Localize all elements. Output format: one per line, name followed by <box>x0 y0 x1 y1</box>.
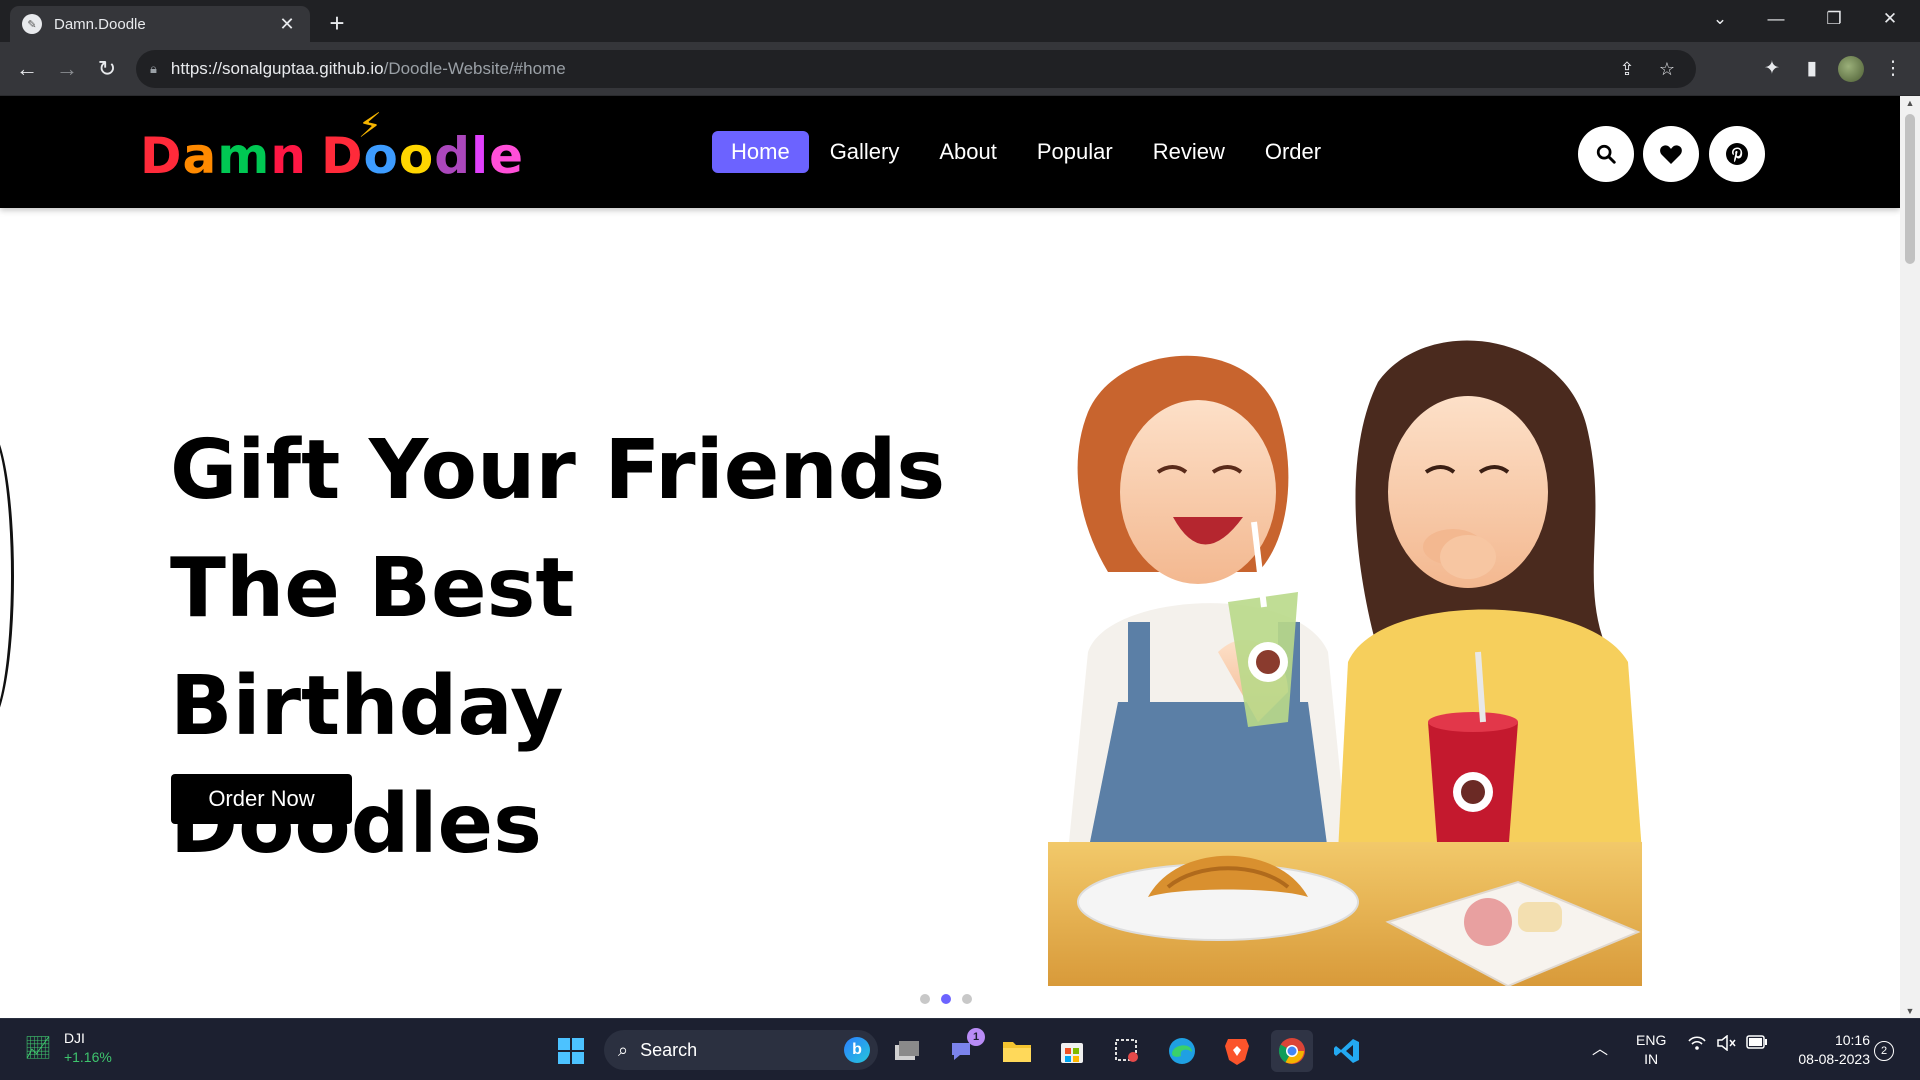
hero-title-line-1: Gift Your Friends <box>170 423 946 518</box>
lock-icon: 🔒︎ <box>150 61 157 76</box>
clock-date: 08-08-2023 <box>1798 1051 1870 1067</box>
nav-link-order[interactable]: Order <box>1246 131 1340 173</box>
main-nav: Home Gallery About Popular Review Order <box>712 131 1342 173</box>
start-windows-icon[interactable] <box>550 1030 592 1072</box>
scroll-up-icon[interactable]: ▲ <box>1900 98 1920 108</box>
pinterest-icon[interactable] <box>1709 126 1765 182</box>
stock-name: DJI <box>63 1030 85 1046</box>
hero-title-line-2: The Best Birthday <box>170 541 575 754</box>
profile-avatar[interactable] <box>1838 56 1864 82</box>
snipping-tool-icon[interactable] <box>1106 1030 1148 1072</box>
edge-browser-icon[interactable] <box>1161 1030 1203 1072</box>
slider-pagination <box>920 994 972 1004</box>
brave-browser-icon[interactable] <box>1216 1030 1258 1072</box>
vscode-icon[interactable] <box>1326 1030 1368 1072</box>
language-code: ENG <box>1636 1032 1667 1048</box>
browser-toolbar: ← → ↻ 🔒︎ https://sonalguptaa.github.io/D… <box>0 42 1920 96</box>
notification-count-badge[interactable]: 2 <box>1874 1041 1894 1061</box>
minimize-button[interactable]: — <box>1756 4 1796 34</box>
restore-button[interactable]: ❐ <box>1814 4 1854 34</box>
region-code: IN <box>1644 1051 1659 1067</box>
bookmark-star-icon[interactable]: ☆ <box>1652 58 1682 80</box>
browser-tab-strip: ✎ Damn.Doodle ✕ + ⌄ — ❐ ✕ <box>0 0 1920 42</box>
lightning-bolt-icon: ⚡︎ <box>358 106 383 146</box>
tab-search-dropdown-icon[interactable]: ⌄ <box>1700 4 1740 34</box>
search-magnifier-icon: ⌕ <box>618 1039 629 1060</box>
url-path: /Doodle-Website/#home <box>383 59 566 78</box>
slider-dot-3[interactable] <box>962 994 972 1004</box>
hero-illustration <box>1048 322 1642 986</box>
nav-link-popular[interactable]: Popular <box>1018 131 1132 173</box>
site-header: ⚡︎ Damn Doodle Home Gallery About Popular Re… <box>0 96 1900 208</box>
heart-icon[interactable] <box>1643 126 1699 182</box>
back-arrow-icon[interactable]: ← <box>10 52 44 86</box>
task-view-icon[interactable] <box>886 1030 928 1072</box>
close-window-button[interactable]: ✕ <box>1870 4 1910 34</box>
web-page: ⚡︎ Damn Doodle Home Gallery About Popular Re… <box>0 96 1900 1018</box>
browser-tab[interactable]: ✎ Damn.Doodle ✕ <box>10 6 310 42</box>
system-clock[interactable]: 10:16 08-08-2023 <box>1786 1031 1870 1069</box>
teams-chat-icon[interactable]: 1 <box>941 1028 985 1072</box>
share-icon[interactable]: ⇪ <box>1612 58 1642 80</box>
show-hidden-icons-chevron-icon[interactable]: ︿ <box>1592 1035 1608 1059</box>
nav-link-review[interactable]: Review <box>1134 131 1244 173</box>
menu-kebab-icon[interactable]: ⋮ <box>1876 52 1910 86</box>
address-bar[interactable]: 🔒︎ https://sonalguptaa.github.io/Doodle-… <box>136 50 1696 88</box>
forward-arrow-icon[interactable]: → <box>50 52 84 86</box>
wifi-icon[interactable] <box>1688 1035 1706 1056</box>
stock-trend-icon: 📈︎ <box>24 1035 52 1060</box>
new-tab-button[interactable]: + <box>322 8 352 38</box>
bing-icon[interactable]: b <box>844 1037 870 1063</box>
file-explorer-icon[interactable] <box>996 1030 1038 1072</box>
language-indicator[interactable]: ENG IN <box>1636 1031 1666 1069</box>
reload-icon[interactable]: ↻ <box>90 52 124 86</box>
nav-link-gallery[interactable]: Gallery <box>811 131 919 173</box>
url-host: https://sonalguptaa.github.io <box>170 59 384 78</box>
logo-letter: e <box>489 127 525 185</box>
scroll-down-icon[interactable]: ▼ <box>1900 1006 1920 1016</box>
slider-dot-1[interactable] <box>920 994 930 1004</box>
battery-icon[interactable] <box>1746 1035 1768 1054</box>
side-panel-icon[interactable]: ▮ <box>1795 52 1829 86</box>
taskbar-search-label: Search <box>640 1039 698 1060</box>
order-now-button[interactable]: Order Now <box>171 774 352 824</box>
logo-letter: n <box>270 127 307 185</box>
chat-badge: 1 <box>967 1028 985 1046</box>
logo-letter: o <box>398 127 435 185</box>
microsoft-store-icon[interactable] <box>1051 1030 1093 1072</box>
slider-dot-2[interactable] <box>941 994 951 1004</box>
previous-slide-peek <box>0 426 14 726</box>
stock-change: +1.16% <box>63 1049 112 1065</box>
stock-widget[interactable]: 📈︎ DJI +1.16% <box>24 1029 112 1067</box>
scrollbar-thumb[interactable] <box>1905 114 1915 264</box>
chrome-browser-icon[interactable] <box>1271 1030 1313 1072</box>
logo-letter: D <box>140 127 183 185</box>
tab-title: Damn.Doodle <box>54 15 146 33</box>
clock-time: 10:16 <box>1834 1032 1870 1048</box>
logo-letter: d <box>434 127 472 185</box>
logo-letter: l <box>471 127 490 185</box>
site-favicon-icon: ✎ <box>22 14 42 34</box>
taskbar-search-box[interactable]: ⌕ Search b <box>604 1030 878 1070</box>
logo-letter: m <box>217 127 271 185</box>
nav-link-home[interactable]: Home <box>712 131 809 173</box>
close-tab-icon[interactable]: ✕ <box>276 14 298 35</box>
extensions-puzzle-icon[interactable]: ✦ <box>1755 52 1789 86</box>
search-icon[interactable] <box>1578 126 1634 182</box>
page-scrollbar[interactable]: ▲ ▼ <box>1900 96 1920 1018</box>
site-logo[interactable]: ⚡︎ Damn Doodle <box>140 106 525 188</box>
nav-link-about[interactable]: About <box>920 131 1016 173</box>
speaker-muted-icon[interactable] <box>1716 1034 1736 1056</box>
windows-taskbar: 📈︎ DJI +1.16% ⌕ Search b 1 ︿ ENG IN 10:1… <box>0 1018 1920 1080</box>
logo-letter: a <box>182 127 218 185</box>
